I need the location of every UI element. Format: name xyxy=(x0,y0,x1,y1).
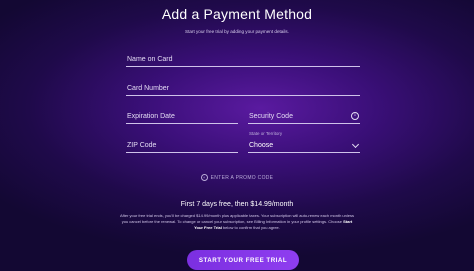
card-number-label: Card Number xyxy=(127,85,170,92)
plus-circle-icon: + xyxy=(200,174,208,181)
pricing-headline: First 7 days free, then $14.99/month xyxy=(180,201,294,208)
promo-code-label: ENTER A PROMO CODE xyxy=(210,174,274,181)
expiration-date-label: Expiration Date xyxy=(127,113,175,120)
state-label: State or Territory xyxy=(249,131,283,136)
chevron-down-icon xyxy=(351,140,360,149)
security-code-label: Security Code xyxy=(249,113,293,120)
page-title: Add a Payment Method xyxy=(161,6,313,22)
payment-page: Add a Payment Method Start your free tri… xyxy=(0,0,474,271)
start-free-trial-button[interactable]: START YOUR FREE TRIAL xyxy=(187,250,299,270)
card-number-field[interactable]: Card Number xyxy=(126,81,360,96)
page-subtitle: Start your free trial by adding your pay… xyxy=(185,29,289,34)
legal-text-part-1: After your free trial ends, you'll be ch… xyxy=(119,213,354,225)
security-code-field[interactable]: Security Code i xyxy=(248,109,360,124)
state-value: Choose xyxy=(249,142,274,149)
promo-code-link[interactable]: + ENTER A PROMO CODE xyxy=(0,174,474,181)
name-on-card-field[interactable]: Name on Card xyxy=(126,52,360,67)
expiration-date-field[interactable]: Expiration Date xyxy=(126,109,238,124)
zip-code-field[interactable]: ZIP Code xyxy=(126,138,238,153)
legal-text-part-2: below to confirm that you agree. xyxy=(221,225,280,231)
zip-code-label: ZIP Code xyxy=(127,142,157,149)
state-select[interactable]: State or Territory Choose xyxy=(248,131,360,153)
name-on-card-label: Name on Card xyxy=(127,56,173,63)
info-icon[interactable]: i xyxy=(351,112,359,120)
legal-text: After your free trial ends, you'll be ch… xyxy=(117,213,357,232)
